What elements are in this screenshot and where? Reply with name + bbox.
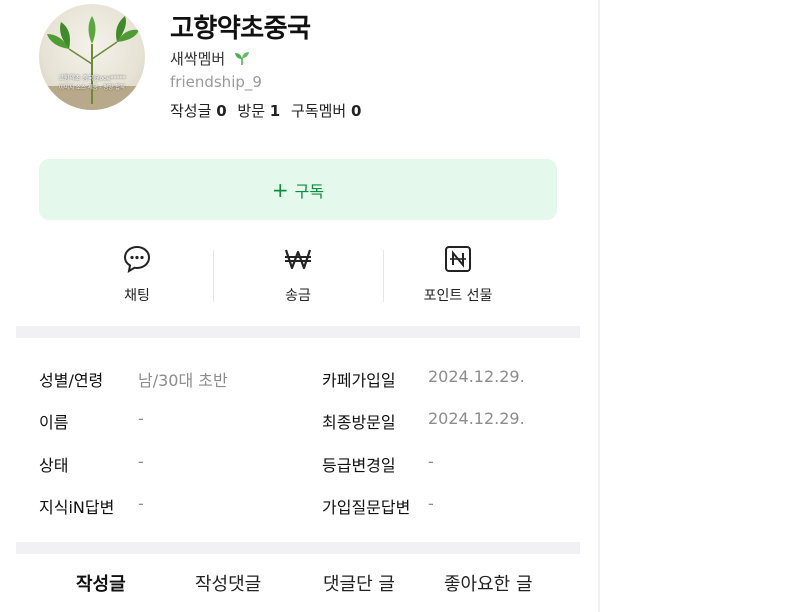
chat-label: 채팅 — [124, 288, 150, 304]
info-label: 지식iN답변 — [39, 498, 115, 517]
info-value: - — [428, 494, 434, 513]
section-divider — [16, 326, 580, 338]
info-label: 가입질문답변 — [322, 498, 411, 517]
subscribe-label: 구독 — [294, 181, 325, 201]
transfer-button[interactable]: 송금 — [213, 236, 383, 306]
tab-comments[interactable]: 작성댓글 — [195, 570, 261, 596]
point-gift-button[interactable]: 포인트 선물 — [373, 236, 543, 306]
info-label: 등급변경일 — [322, 456, 396, 475]
info-value: - — [138, 452, 144, 471]
cafe-name: 고향약초중국 — [170, 14, 311, 44]
transfer-label: 송금 — [285, 288, 311, 304]
profile-panel: 고향약초 중국@ooe***** 이미지 소스 제공 · 평양 합작 고향약초중… — [0, 0, 598, 612]
subscribe-button[interactable]: + 구독 — [39, 159, 557, 220]
info-label: 상태 — [39, 456, 69, 475]
member-grade: 새싹멤버 — [170, 48, 250, 70]
point-gift-label: 포인트 선물 — [423, 288, 493, 304]
info-label: 성별/연령 — [39, 371, 104, 390]
info-value: - — [138, 494, 144, 513]
chat-bubble-icon — [123, 245, 151, 273]
stat-posts-label: 작성글 — [170, 102, 212, 120]
tab-commented-posts[interactable]: 댓글단 글 — [323, 570, 395, 596]
stat-subscribers-label: 구독멤버 — [291, 102, 347, 120]
member-stats: 작성글 0 방문 1 구독멤버 0 — [170, 100, 367, 121]
info-label: 이름 — [39, 413, 69, 432]
info-label: 카페가입일 — [322, 371, 396, 390]
info-value: - — [138, 409, 144, 428]
action-bar: 채팅 송금 포인트 선물 — [39, 236, 557, 306]
member-id: friendship_9 — [170, 73, 262, 91]
side-divider — [598, 0, 600, 612]
sprout-icon — [234, 50, 250, 70]
info-value: 2024.12.29. — [428, 367, 525, 386]
info-label: 최종방문일 — [322, 413, 396, 432]
plus-icon: + — [271, 177, 289, 202]
stat-subscribers-value: 0 — [351, 102, 362, 120]
tab-posts[interactable]: 작성글 — [76, 570, 126, 596]
stat-visits-value: 1 — [269, 102, 281, 120]
plant-image — [39, 16, 145, 110]
won-icon — [284, 249, 312, 270]
naver-point-icon — [445, 246, 471, 272]
tab-liked-posts[interactable]: 좋아요한 글 — [444, 570, 533, 596]
info-value: 남/30대 초반 — [138, 371, 228, 390]
cafe-avatar[interactable]: 고향약초 중국@ooe***** 이미지 소스 제공 · 평양 합작 — [39, 4, 145, 110]
grade-label: 새싹멤버 — [170, 50, 226, 68]
chat-button[interactable]: 채팅 — [52, 236, 222, 306]
info-value: - — [428, 452, 434, 471]
stat-posts-value: 0 — [216, 102, 227, 120]
info-value: 2024.12.29. — [428, 409, 525, 428]
avatar-caption: 고향약초 중국@ooe***** — [58, 75, 126, 82]
section-divider — [16, 542, 580, 554]
avatar-caption-sub: 이미지 소스 제공 · 평양 합작 — [58, 85, 126, 91]
activity-tabs: 작성글 작성댓글 댓글단 글 좋아요한 글 — [16, 560, 580, 612]
stat-visits-label: 방문 — [237, 102, 266, 120]
